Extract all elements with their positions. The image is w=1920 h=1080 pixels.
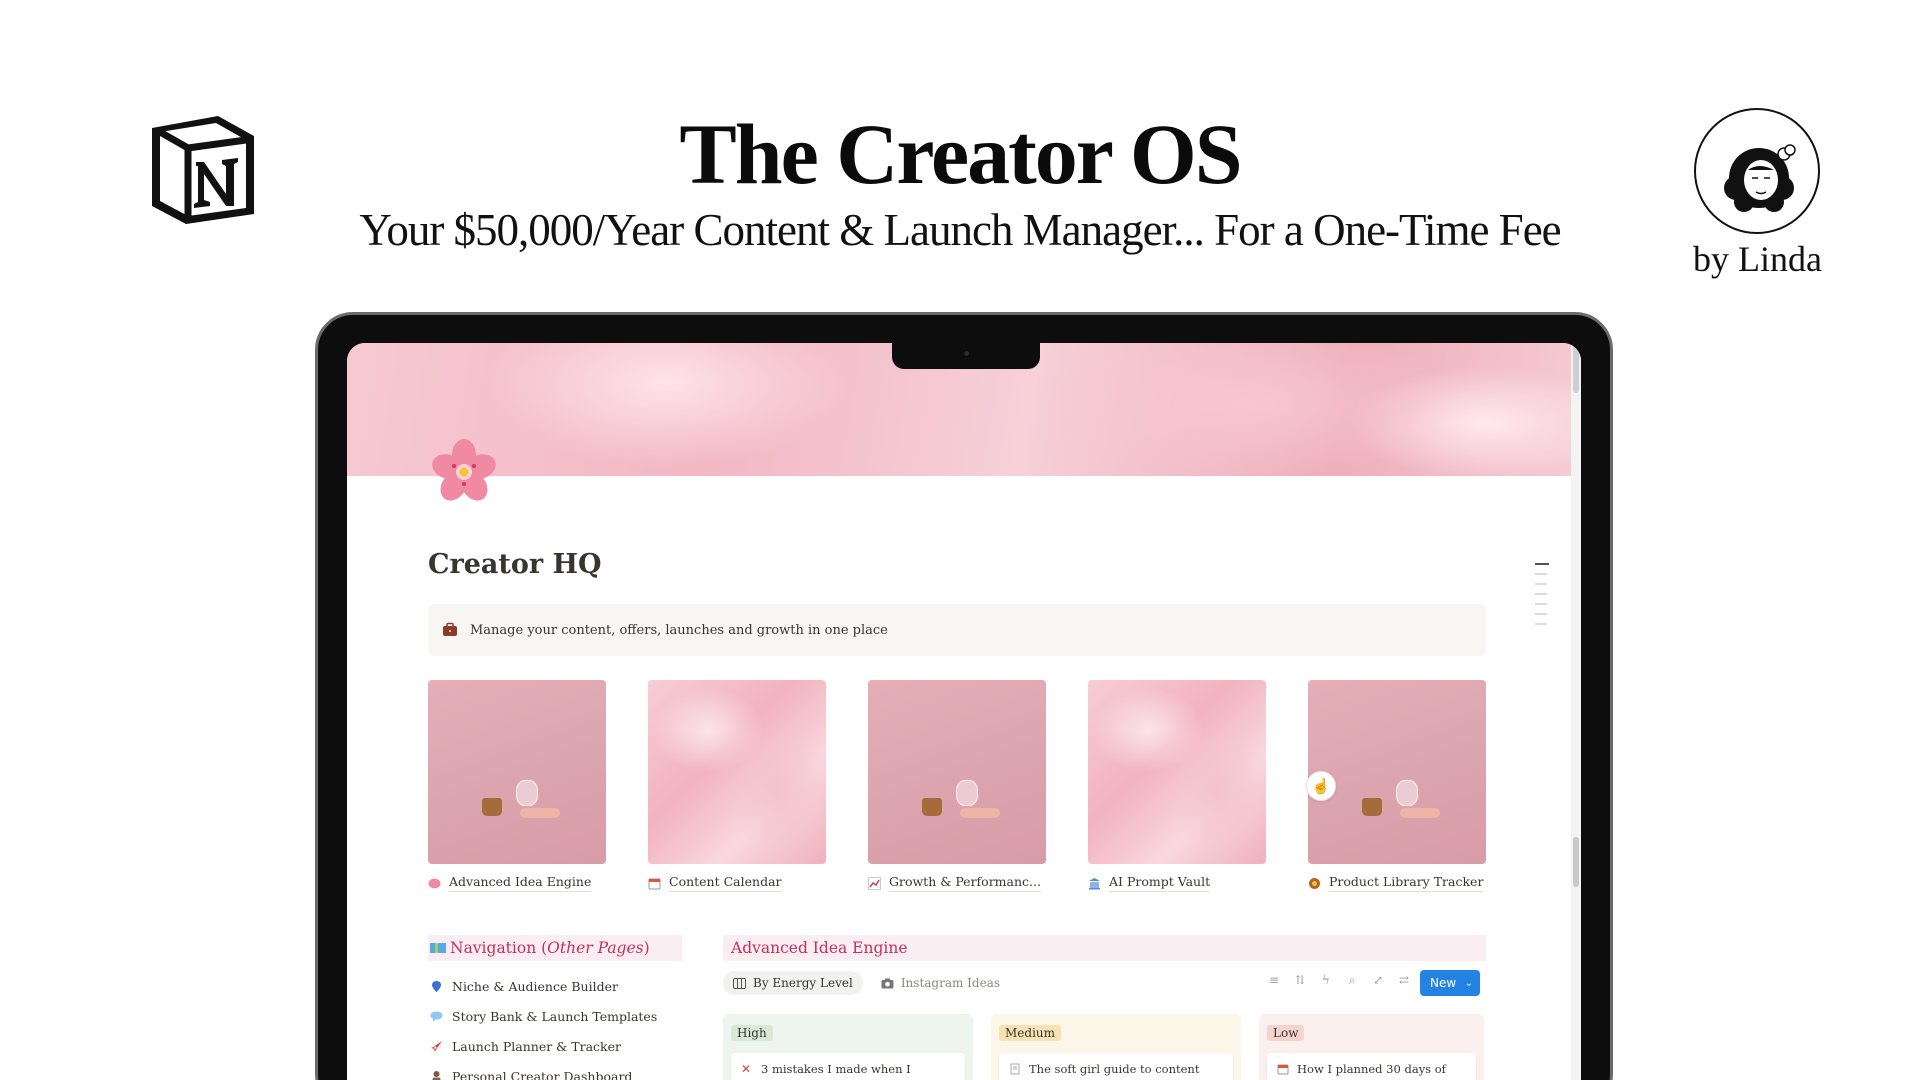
nav-title-italic: Other Pages <box>547 939 644 957</box>
box-icon <box>1309 877 1320 889</box>
camera-notch <box>892 341 1040 369</box>
new-button[interactable]: New ⌄ <box>1420 970 1480 996</box>
nav-item-label: Niche & Audience Builder <box>452 978 618 994</box>
nav-title-main: Navigation ( <box>450 939 548 957</box>
page-icon <box>1010 1063 1020 1075</box>
settings-icon[interactable]: ⇄ <box>1397 973 1411 987</box>
page-title[interactable]: Creator HQ <box>428 549 602 580</box>
navigation-heading: Navigation (Other Pages) <box>428 935 682 961</box>
board-card[interactable]: How I planned 30 days of <box>1267 1053 1476 1080</box>
database-toolbar: ≡ ⇅ ϟ ⌕ ⤢ ⇄ <box>1267 973 1411 987</box>
card-label: Product Library Tracker <box>1308 874 1486 892</box>
nav-title-end: ) <box>643 939 650 957</box>
card-cover-image <box>428 680 606 864</box>
scrollbar[interactable] <box>1571 343 1581 1080</box>
scrollbar-thumb[interactable] <box>1573 837 1579 887</box>
avatar-illustration-icon <box>1724 144 1796 212</box>
column-tag: Medium <box>999 1025 1062 1041</box>
cherry-blossom-icon[interactable] <box>427 435 501 509</box>
card-title: Content Calendar <box>669 874 782 892</box>
card-label: Content Calendar <box>648 874 826 892</box>
bank-icon <box>1089 877 1100 889</box>
nav-item-launch-planner[interactable]: Launch Planner & Tracker <box>430 1031 657 1061</box>
speech-icon <box>430 1011 443 1022</box>
card-title: Advanced Idea Engine <box>449 874 592 892</box>
callout-block[interactable]: Manage your content, offers, launches an… <box>428 604 1486 656</box>
navigation-list: Niche & Audience Builder Story Bank & La… <box>430 971 657 1080</box>
column-tag: High <box>731 1025 773 1041</box>
nav-item-story-bank[interactable]: Story Bank & Launch Templates <box>430 1001 657 1031</box>
filter-icon[interactable]: ≡ <box>1267 973 1281 987</box>
board-card[interactable]: The soft girl guide to content <box>999 1053 1233 1080</box>
gallery-card[interactable]: AI Prompt Vault <box>1088 680 1266 892</box>
card-title: How I planned 30 days of <box>1297 1062 1446 1076</box>
card-label: Growth & Performanc... <box>868 874 1046 892</box>
board-card[interactable]: ✕ 3 mistakes I made when I <box>731 1053 965 1080</box>
view-tab-label: Instagram Ideas <box>900 976 1001 990</box>
view-tab-by-energy[interactable]: By Energy Level <box>723 971 863 995</box>
nav-item-label: Personal Creator Dashboard <box>452 1068 633 1080</box>
notion-screen: Creator HQ Manage your content, offers, … <box>347 343 1581 1080</box>
card-cover-image <box>868 680 1046 864</box>
rocket-icon <box>431 1040 442 1052</box>
nav-item-label: Story Bank & Launch Templates <box>452 1008 658 1024</box>
card-cover-image <box>1308 680 1486 864</box>
cross-icon: ✕ <box>741 1062 752 1076</box>
card-title: Growth & Performanc... <box>889 874 1041 892</box>
brain-icon <box>428 878 441 888</box>
map-icon <box>430 943 446 953</box>
callout-text: Manage your content, offers, launches an… <box>470 622 888 638</box>
gallery-view: Advanced Idea Engine Content Calendar Gr… <box>428 680 1486 892</box>
card-cover-image <box>1088 680 1266 864</box>
byline: by Linda <box>1693 239 1822 279</box>
pointer-hand-icon[interactable]: ☝ <box>1306 771 1336 801</box>
view-tab-label: By Energy Level <box>753 976 853 990</box>
idea-engine-heading: Advanced Idea Engine <box>723 935 1486 961</box>
automation-icon[interactable]: ϟ <box>1319 973 1333 987</box>
subtitle: Your $50,000/Year Content & Launch Manag… <box>359 205 1561 255</box>
database-views: By Energy Level Instagram Ideas <box>723 971 1010 995</box>
sort-icon[interactable]: ⇅ <box>1293 973 1307 987</box>
person-icon <box>432 1070 441 1080</box>
table-of-contents[interactable] <box>1535 563 1551 633</box>
new-button-label: New <box>1430 976 1457 990</box>
card-title: AI Prompt Vault <box>1109 874 1211 892</box>
board-column-low: Low How I planned 30 days of <box>1259 1014 1484 1080</box>
main-title: The Creator OS <box>679 106 1242 202</box>
chevron-down-icon[interactable]: ⌄ <box>1465 978 1473 989</box>
card-title: Product Library Tracker <box>1329 874 1484 892</box>
gallery-card[interactable]: Content Calendar <box>648 680 826 892</box>
view-tab-instagram[interactable]: Instagram Ideas <box>871 971 1010 995</box>
column-tag: Low <box>1267 1025 1305 1041</box>
nav-item-dashboard[interactable]: Personal Creator Dashboard <box>430 1061 657 1080</box>
board-icon <box>733 977 746 989</box>
card-title: The soft girl guide to content <box>1029 1062 1200 1076</box>
briefcase-icon <box>443 622 457 636</box>
chart-icon <box>868 876 881 890</box>
author-avatar <box>1694 108 1820 234</box>
scrollbar-thumb-upper[interactable] <box>1573 343 1579 393</box>
search-icon[interactable]: ⌕ <box>1345 973 1359 987</box>
expand-icon[interactable]: ⤢ <box>1371 973 1385 987</box>
camera-icon <box>881 978 894 988</box>
card-cover-image <box>648 680 826 864</box>
calendar-icon <box>648 878 661 889</box>
gallery-card[interactable]: Advanced Idea Engine <box>428 680 606 892</box>
board-column-medium: Medium The soft girl guide to content <box>991 1014 1241 1080</box>
card-label: AI Prompt Vault <box>1088 874 1266 892</box>
nav-item-niche[interactable]: Niche & Audience Builder <box>430 971 657 1001</box>
gallery-card[interactable]: Growth & Performanc... <box>868 680 1046 892</box>
nav-item-label: Launch Planner & Tracker <box>452 1038 622 1054</box>
board-column-high: High ✕ 3 mistakes I made when I <box>723 1014 973 1080</box>
card-title: 3 mistakes I made when I <box>761 1062 911 1076</box>
calendar-icon <box>1277 1064 1289 1075</box>
map-pin-icon <box>432 980 441 992</box>
card-label: Advanced Idea Engine <box>428 874 606 892</box>
